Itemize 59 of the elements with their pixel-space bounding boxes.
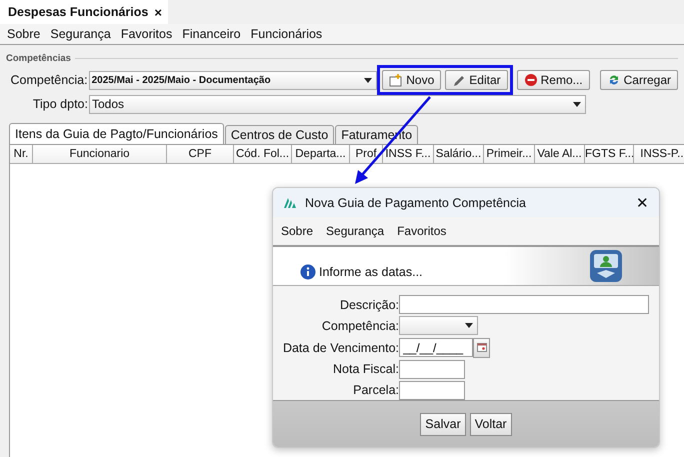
tab[interactable]: Centros de Custo [224,125,334,144]
column-header[interactable]: Departa... [292,145,350,163]
dialog-button[interactable]: Salvar [420,412,466,436]
menu-item[interactable]: Favoritos [397,224,446,238]
toolbar-button[interactable]: Carregar [600,70,678,90]
input-field[interactable] [399,360,465,379]
dialog-title: Nova Guia de Pagamento Competência [305,196,527,210]
field-label: Tipo dpto: [32,97,89,111]
menu-item[interactable]: Sobre [7,27,40,41]
toolbar-button[interactable]: Novo [382,70,442,90]
competencia-dropdown[interactable]: 2025/Mai - 2025/Maio - Documentação [88,70,378,90]
menu-item[interactable]: Funcionários [250,27,322,41]
new-document-icon [389,73,404,87]
dropdown-arrow-icon [573,102,581,106]
input-field[interactable] [399,295,649,314]
banner-text: Informe as datas... [319,265,423,279]
pencil-icon [452,73,466,87]
remove-icon [524,73,538,87]
group-title: Competências [6,52,71,64]
toolbar-button[interactable]: Remo... [516,70,590,90]
column-header[interactable]: Primeir... [484,145,535,163]
date-field[interactable]: __/__/____ [399,338,473,357]
dialog-button[interactable]: Voltar [470,412,512,436]
column-header[interactable]: INSS F... [383,145,434,163]
column-header[interactable]: Vale Al... [535,145,585,163]
column-header[interactable]: CPF [167,145,234,163]
calendar-icon [476,343,486,352]
input-field[interactable] [399,380,465,400]
field-label: Parcela: [352,383,399,398]
column-header[interactable]: FGTS F... [585,145,634,163]
menu-item[interactable]: Financeiro [182,27,241,41]
dropdown-arrow-icon [465,323,473,328]
menu-item[interactable]: Segurança [50,27,111,41]
dropdown-arrow-icon [364,78,372,82]
competencia-dropdown[interactable] [399,316,478,336]
column-header[interactable]: Salário... [434,145,484,163]
field-label: Data de Vencimento: [282,340,399,354]
toolbar-button[interactable]: Editar [445,70,508,90]
app-logo-icon [283,196,297,208]
field-label: Descrição: [338,298,399,312]
document-tab[interactable]: Despesas Funcionários × [0,0,168,24]
info-icon [300,264,316,280]
document-icon [589,249,623,283]
tab[interactable]: Itens da Guia de Pagto/Funcionários [9,123,224,144]
field-label: Competência: [320,318,399,333]
column-header[interactable]: Prof [350,145,383,163]
column-header[interactable]: INSS-P... [634,145,684,163]
menu-item[interactable]: Favoritos [120,27,172,41]
field-label: Nota Fiscal: [332,362,399,376]
column-header[interactable]: Cód. Fol... [234,145,292,163]
field-label: Competência: [9,73,89,87]
calendar-button[interactable] [473,338,490,358]
menu-item[interactable]: Segurança [326,224,384,238]
column-header[interactable]: Funcionario [33,145,167,163]
column-header[interactable]: Nr. [10,145,33,163]
tipo-dropdown[interactable]: Todos [89,94,586,114]
close-icon[interactable]: × [154,4,162,20]
close-icon[interactable]: ✕ [636,194,649,212]
menu-item[interactable]: Sobre [281,224,314,238]
